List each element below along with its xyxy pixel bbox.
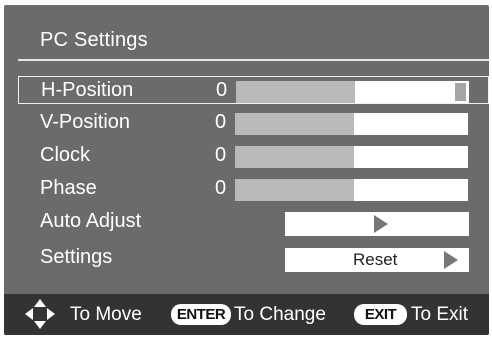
triangle-right-icon <box>374 215 388 233</box>
v-position-label: V-Position <box>40 111 131 133</box>
key-hint-bar: To Move ENTER To Change EXIT To Exit <box>4 294 489 335</box>
clock-value: 0 <box>215 144 227 166</box>
v-position-value: 0 <box>215 111 227 133</box>
exit-key-badge: EXIT <box>354 304 407 325</box>
change-hint: To Change <box>234 304 326 325</box>
clock-slider-fill <box>235 146 354 168</box>
triangle-right-icon <box>444 251 458 269</box>
h-position-slider-handle[interactable] <box>455 83 466 101</box>
h-position-slider-fill <box>236 81 355 103</box>
phase-slider[interactable] <box>235 179 468 201</box>
title-divider <box>18 59 489 61</box>
dpad-arrows-icon <box>25 299 55 329</box>
row-auto-adjust[interactable]: Auto Adjust <box>18 208 489 236</box>
phase-label: Phase <box>40 177 97 199</box>
exit-hint: To Exit <box>411 304 469 325</box>
auto-adjust-label: Auto Adjust <box>40 210 142 232</box>
move-hint: To Move <box>70 304 142 325</box>
clock-slider[interactable] <box>235 146 468 168</box>
phase-value: 0 <box>215 177 227 199</box>
settings-label: Settings <box>40 246 113 268</box>
enter-key-badge: ENTER <box>171 304 231 325</box>
row-settings[interactable]: Settings Reset <box>18 244 489 272</box>
row-phase[interactable]: Phase 0 <box>18 175 489 203</box>
row-v-position[interactable]: V-Position 0 <box>18 109 489 137</box>
v-position-slider[interactable] <box>235 113 468 135</box>
auto-adjust-button[interactable] <box>285 212 469 236</box>
h-position-slider[interactable] <box>236 81 469 103</box>
v-position-slider-fill <box>235 113 354 135</box>
h-position-label: H-Position <box>41 79 134 101</box>
reset-button[interactable]: Reset <box>285 248 469 272</box>
reset-button-label: Reset <box>353 250 398 269</box>
h-position-value: 0 <box>216 79 228 101</box>
row-h-position[interactable]: H-Position 0 <box>18 76 489 104</box>
row-clock[interactable]: Clock 0 <box>18 142 489 170</box>
phase-slider-fill <box>235 179 354 201</box>
menu-title: PC Settings <box>40 29 148 51</box>
pc-settings-menu: PC Settings H-Position 0 V-Position 0 Cl… <box>4 5 489 335</box>
clock-label: Clock <box>40 144 91 166</box>
